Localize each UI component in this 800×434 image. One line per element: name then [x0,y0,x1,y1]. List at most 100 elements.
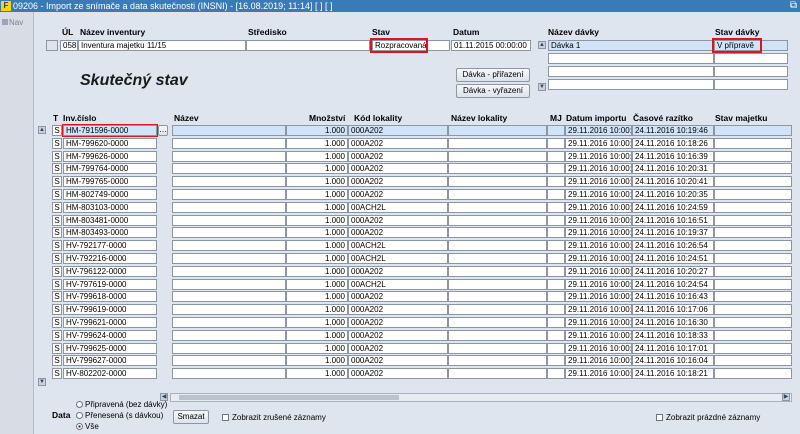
restore-window-icon[interactable]: ⧉ [790,0,797,12]
col-header-inv-cislo[interactable]: Inv.číslo [63,113,96,123]
table-scroll-down-icon[interactable]: ▼ [38,378,46,386]
datum-importu-cell[interactable]: 29.11.2016 10:00:29 [565,368,632,380]
mj-cell[interactable] [547,368,565,380]
kod-lokality-cell[interactable]: 000A202 [348,137,448,149]
kod-lokality-cell[interactable]: 000A202 [348,304,448,316]
nazev-lokality-cell[interactable] [448,240,547,252]
stav-majetku-cell[interactable] [714,227,792,239]
nazev-cell[interactable] [172,240,286,252]
mnozstvi-cell[interactable]: 1.000 [286,227,348,239]
kod-lokality-cell[interactable]: 00ACH2L [348,278,448,290]
kod-lokality-cell[interactable]: 000A202 [348,265,448,277]
mj-cell[interactable] [547,125,565,136]
mnozstvi-cell[interactable]: 1.000 [286,214,348,226]
datum-importu-cell[interactable]: 29.11.2016 10:00:29 [565,227,632,239]
stav-majetku-cell[interactable] [714,176,792,188]
casove-razitko-cell[interactable]: 24.11.2016 10:16:43 [632,291,714,303]
row-type-cell[interactable]: S [52,355,62,367]
mnozstvi-cell[interactable]: 1.000 [286,201,348,213]
casove-razitko-cell[interactable]: 24.11.2016 10:24:51 [632,253,714,264]
inv-cislo-cell[interactable]: HM-803493-0000 [63,227,157,239]
col-header-mnozstvi[interactable]: Množství [309,113,345,123]
batch-status-field[interactable] [714,79,788,90]
inv-cislo-cell[interactable]: HV-799624-0000 [63,329,157,341]
mj-cell[interactable] [547,189,565,200]
mnozstvi-cell[interactable]: 1.000 [286,253,348,264]
smazat-button[interactable]: Smazat [173,410,209,424]
casove-razitko-cell[interactable]: 24.11.2016 10:16:51 [632,214,714,226]
nazev-lokality-cell[interactable] [448,201,547,213]
nazev-lokality-cell[interactable] [448,253,547,264]
stav-majetku-cell[interactable] [714,150,792,162]
mj-cell[interactable] [547,176,565,188]
nazev-cell[interactable] [172,368,286,380]
stav-majetku-cell[interactable] [714,137,792,149]
mj-cell[interactable] [547,150,565,162]
nazev-lokality-cell[interactable] [448,304,547,316]
stav-majetku-cell[interactable] [714,278,792,290]
batch-name-field[interactable] [548,66,714,77]
mj-cell[interactable] [547,253,565,264]
mnozstvi-cell[interactable]: 1.000 [286,304,348,316]
mnozstvi-cell[interactable]: 1.000 [286,265,348,277]
mj-cell[interactable] [547,329,565,341]
lookup-ellipsis-button[interactable]: … [158,125,168,136]
nazev-cell[interactable] [172,304,286,316]
stav-majetku-cell[interactable] [714,201,792,213]
casove-razitko-cell[interactable]: 24.11.2016 10:24:59 [632,201,714,213]
row-type-cell[interactable]: S [52,163,62,175]
row-type-cell[interactable]: S [52,227,62,239]
stav-majetku-cell[interactable] [714,240,792,252]
checkbox-zrusene[interactable]: Zobrazit zrušené záznamy [222,413,326,422]
stav-majetku-cell[interactable] [714,265,792,277]
datum-importu-cell[interactable]: 29.11.2016 10:00:29 [565,355,632,367]
nazev-cell[interactable] [172,137,286,149]
row-type-cell[interactable]: S [52,265,62,277]
mnozstvi-cell[interactable]: 1.000 [286,368,348,380]
col-header-nazev[interactable]: Název [174,113,199,123]
scroll-right-icon[interactable]: ▶ [782,393,790,401]
casove-razitko-cell[interactable]: 24.11.2016 10:19:46 [632,125,714,136]
casove-razitko-cell[interactable]: 24.11.2016 10:24:54 [632,278,714,290]
inv-cislo-cell[interactable]: HV-792216-0000 [63,253,157,264]
datum-importu-cell[interactable]: 29.11.2016 10:00:32 [565,201,632,213]
row-type-cell[interactable]: S [52,342,62,354]
kod-lokality-cell[interactable]: 00ACH2L [348,201,448,213]
kod-lokality-cell[interactable]: 00ACH2L [348,253,448,264]
casove-razitko-cell[interactable]: 24.11.2016 10:16:04 [632,355,714,367]
batch-scroll-down-icon[interactable]: ▼ [538,83,546,91]
datum-importu-cell[interactable]: 29.11.2016 10:00:29 [565,137,632,149]
casove-razitko-cell[interactable]: 24.11.2016 10:17:01 [632,342,714,354]
mj-cell[interactable] [547,214,565,226]
casove-razitko-cell[interactable]: 24.11.2016 10:17:06 [632,304,714,316]
datum-importu-cell[interactable]: 29.11.2016 10:00:29 [565,304,632,316]
mj-cell[interactable] [547,278,565,290]
nazev-lokality-cell[interactable] [448,291,547,303]
mnozstvi-cell[interactable]: 1.000 [286,189,348,200]
inv-cislo-cell[interactable]: HV-797619-0000 [63,278,157,290]
row-type-cell[interactable]: S [52,189,62,200]
mnozstvi-cell[interactable]: 1.000 [286,317,348,328]
inventory-ul-field[interactable]: 058 [60,40,78,51]
mj-cell[interactable] [547,291,565,303]
mj-cell[interactable] [547,304,565,316]
nazev-lokality-cell[interactable] [448,368,547,380]
inventory-datum-field[interactable]: 01.11.2015 00:00:00 [451,40,531,51]
batch-name-field[interactable] [548,79,714,90]
stav-majetku-cell[interactable] [714,214,792,226]
davka-prirazeni-button[interactable]: Dávka - přiřazení [456,68,530,82]
mj-cell[interactable] [547,265,565,277]
nazev-lokality-cell[interactable] [448,278,547,290]
col-header-mj[interactable]: MJ [550,113,562,123]
datum-importu-cell[interactable]: 29.11.2016 10:00:29 [565,150,632,162]
row-type-cell[interactable]: S [52,137,62,149]
batch-status-field[interactable] [714,66,788,77]
inventory-row-selector[interactable] [46,40,58,51]
kod-lokality-cell[interactable]: 000A202 [348,176,448,188]
nazev-lokality-cell[interactable] [448,125,547,136]
inventory-name-field[interactable]: Inventura majetku 11/15 [78,40,246,51]
mj-cell[interactable] [547,163,565,175]
casove-razitko-cell[interactable]: 24.11.2016 10:26:54 [632,240,714,252]
nazev-lokality-cell[interactable] [448,189,547,200]
mj-cell[interactable] [547,240,565,252]
